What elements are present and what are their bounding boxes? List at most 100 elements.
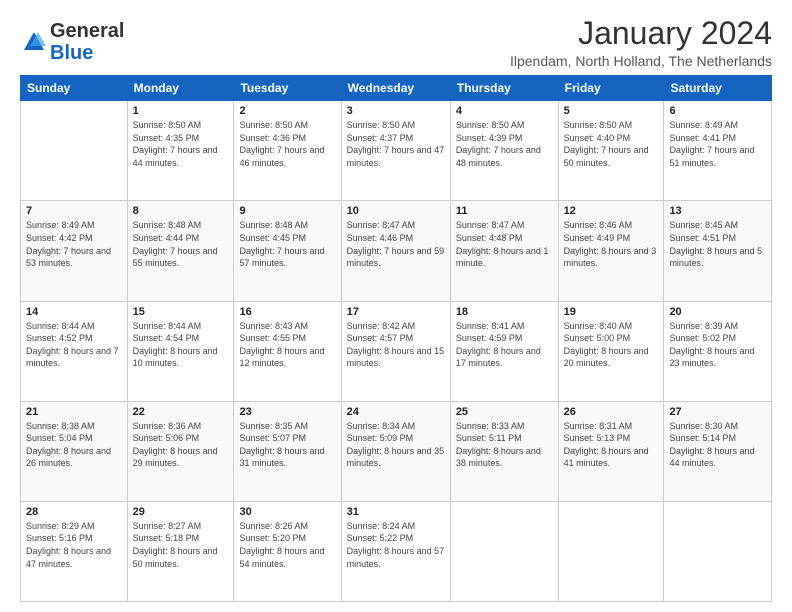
calendar-cell: 30Sunrise: 8:26 AMSunset: 5:20 PMDayligh… [234, 501, 341, 601]
col-saturday: Saturday [664, 76, 772, 101]
calendar-cell: 6Sunrise: 8:49 AMSunset: 4:41 PMDaylight… [664, 101, 772, 201]
calendar-week-3: 14 Sunrise: 8:44 AMSunset: 4:52 PMDayligh… [21, 301, 772, 401]
calendar-cell: 5 Sunrise: 8:50 AMSunset: 4:40 PMDaylight… [558, 101, 664, 201]
calendar-week-2: 7 Sunrise: 8:49 AMSunset: 4:42 PMDaylight… [21, 201, 772, 301]
day-info: Sunrise: 8:39 AMSunset: 5:02 PMDaylight:… [669, 320, 766, 370]
calendar-cell: 9 Sunrise: 8:48 AMSunset: 4:45 PMDaylight… [234, 201, 341, 301]
day-number: 10 [347, 205, 445, 217]
calendar-cell [21, 101, 128, 201]
day-number: 12 [564, 205, 659, 217]
day-number: 21 [26, 406, 122, 418]
calendar-cell: 3Sunrise: 8:50 AMSunset: 4:37 PMDaylight… [341, 101, 450, 201]
day-number: 8 [133, 205, 229, 217]
day-info: Sunrise: 8:50 AMSunset: 4:37 PMDaylight:… [347, 119, 445, 169]
calendar-cell: 27 Sunrise: 8:30 AMSunset: 5:14 PMDayligh… [664, 401, 772, 501]
day-info: Sunrise: 8:47 AMSunset: 4:46 PMDaylight:… [347, 219, 445, 269]
calendar-week-4: 21Sunrise: 8:38 AMSunset: 5:04 PMDayligh… [21, 401, 772, 501]
calendar-cell: 1 Sunrise: 8:50 AMSunset: 4:35 PMDaylight… [127, 101, 234, 201]
day-number: 1 [133, 105, 229, 117]
day-info: Sunrise: 8:29 AMSunset: 5:16 PMDaylight:… [26, 520, 122, 570]
day-info: Sunrise: 8:48 AMSunset: 4:45 PMDaylight:… [239, 219, 335, 269]
col-sunday: Sunday [21, 76, 128, 101]
calendar-cell: 23Sunrise: 8:35 AMSunset: 5:07 PMDayligh… [234, 401, 341, 501]
calendar-table: Sunday Monday Tuesday Wednesday Thursday… [20, 75, 772, 602]
day-number: 23 [239, 406, 335, 418]
title-block: January 2024 Ilpendam, North Holland, Th… [510, 16, 772, 69]
day-info: Sunrise: 8:50 AMSunset: 4:36 PMDaylight:… [239, 119, 335, 169]
logo: General Blue [20, 20, 124, 64]
day-info: Sunrise: 8:50 AMSunset: 4:35 PMDaylight:… [133, 119, 229, 169]
calendar-cell: 11Sunrise: 8:47 AMSunset: 4:48 PMDayligh… [450, 201, 558, 301]
day-info: Sunrise: 8:33 AMSunset: 5:11 PMDaylight:… [456, 420, 553, 470]
day-number: 15 [133, 306, 229, 318]
day-number: 22 [133, 406, 229, 418]
day-info: Sunrise: 8:26 AMSunset: 5:20 PMDaylight:… [239, 520, 335, 570]
logo-text: General Blue [50, 20, 124, 64]
calendar-cell: 19 Sunrise: 8:40 AMSunset: 5:00 PMDayligh… [558, 301, 664, 401]
calendar-cell: 28Sunrise: 8:29 AMSunset: 5:16 PMDayligh… [21, 501, 128, 601]
day-number: 14 [26, 306, 122, 318]
day-number: 29 [133, 506, 229, 518]
col-thursday: Thursday [450, 76, 558, 101]
calendar-cell: 26 Sunrise: 8:31 AMSunset: 5:13 PMDayligh… [558, 401, 664, 501]
day-number: 20 [669, 306, 766, 318]
day-info: Sunrise: 8:34 AMSunset: 5:09 PMDaylight:… [347, 420, 445, 470]
day-info: Sunrise: 8:36 AMSunset: 5:06 PMDaylight:… [133, 420, 229, 470]
calendar-cell: 18 Sunrise: 8:41 AMSunset: 4:59 PMDayligh… [450, 301, 558, 401]
calendar-cell: 12Sunrise: 8:46 AMSunset: 4:49 PMDayligh… [558, 201, 664, 301]
calendar-cell: 20 Sunrise: 8:39 AMSunset: 5:02 PMDayligh… [664, 301, 772, 401]
calendar-cell: 29 Sunrise: 8:27 AMSunset: 5:18 PMDayligh… [127, 501, 234, 601]
col-monday: Monday [127, 76, 234, 101]
day-info: Sunrise: 8:49 AMSunset: 4:41 PMDaylight:… [669, 119, 766, 169]
day-number: 7 [26, 205, 122, 217]
col-friday: Friday [558, 76, 664, 101]
day-info: Sunrise: 8:24 AMSunset: 5:22 PMDaylight:… [347, 520, 445, 570]
logo-blue: Blue [50, 42, 93, 64]
calendar-cell: 31 Sunrise: 8:24 AMSunset: 5:22 PMDayligh… [341, 501, 450, 601]
day-info: Sunrise: 8:40 AMSunset: 5:00 PMDaylight:… [564, 320, 659, 370]
day-info: Sunrise: 8:48 AMSunset: 4:44 PMDaylight:… [133, 219, 229, 269]
day-number: 19 [564, 306, 659, 318]
logo-icon [20, 28, 48, 56]
calendar-cell: 2 Sunrise: 8:50 AMSunset: 4:36 PMDaylight… [234, 101, 341, 201]
location: Ilpendam, North Holland, The Netherlands [510, 53, 772, 69]
calendar-cell: 4 Sunrise: 8:50 AMSunset: 4:39 PMDaylight… [450, 101, 558, 201]
day-info: Sunrise: 8:41 AMSunset: 4:59 PMDaylight:… [456, 320, 553, 370]
day-info: Sunrise: 8:50 AMSunset: 4:39 PMDaylight:… [456, 119, 553, 169]
day-number: 4 [456, 105, 553, 117]
month-title: January 2024 [510, 16, 772, 51]
day-info: Sunrise: 8:44 AMSunset: 4:52 PMDaylight:… [26, 320, 122, 370]
day-number: 24 [347, 406, 445, 418]
calendar-cell: 8 Sunrise: 8:48 AMSunset: 4:44 PMDaylight… [127, 201, 234, 301]
day-info: Sunrise: 8:43 AMSunset: 4:55 PMDaylight:… [239, 320, 335, 370]
page-header: General Blue January 2024 Ilpendam, Nort… [20, 16, 772, 69]
day-number: 27 [669, 406, 766, 418]
day-number: 5 [564, 105, 659, 117]
day-info: Sunrise: 8:27 AMSunset: 5:18 PMDaylight:… [133, 520, 229, 570]
calendar-cell: 22 Sunrise: 8:36 AMSunset: 5:06 PMDayligh… [127, 401, 234, 501]
calendar-week-1: 1 Sunrise: 8:50 AMSunset: 4:35 PMDaylight… [21, 101, 772, 201]
calendar-cell: 14 Sunrise: 8:44 AMSunset: 4:52 PMDayligh… [21, 301, 128, 401]
calendar-week-5: 28Sunrise: 8:29 AMSunset: 5:16 PMDayligh… [21, 501, 772, 601]
day-info: Sunrise: 8:31 AMSunset: 5:13 PMDaylight:… [564, 420, 659, 470]
day-number: 25 [456, 406, 553, 418]
day-number: 16 [239, 306, 335, 318]
day-number: 9 [239, 205, 335, 217]
calendar-cell [450, 501, 558, 601]
day-number: 13 [669, 205, 766, 217]
day-number: 31 [347, 506, 445, 518]
col-wednesday: Wednesday [341, 76, 450, 101]
day-info: Sunrise: 8:50 AMSunset: 4:40 PMDaylight:… [564, 119, 659, 169]
day-number: 18 [456, 306, 553, 318]
calendar-cell: 10 Sunrise: 8:47 AMSunset: 4:46 PMDayligh… [341, 201, 450, 301]
calendar-cell: 17Sunrise: 8:42 AMSunset: 4:57 PMDayligh… [341, 301, 450, 401]
day-info: Sunrise: 8:30 AMSunset: 5:14 PMDaylight:… [669, 420, 766, 470]
day-number: 11 [456, 205, 553, 217]
calendar-cell: 16 Sunrise: 8:43 AMSunset: 4:55 PMDayligh… [234, 301, 341, 401]
day-number: 26 [564, 406, 659, 418]
day-number: 2 [239, 105, 335, 117]
day-info: Sunrise: 8:49 AMSunset: 4:42 PMDaylight:… [26, 219, 122, 269]
calendar-page: General Blue January 2024 Ilpendam, Nort… [0, 0, 792, 612]
day-info: Sunrise: 8:45 AMSunset: 4:51 PMDaylight:… [669, 219, 766, 269]
calendar-cell: 13 Sunrise: 8:45 AMSunset: 4:51 PMDayligh… [664, 201, 772, 301]
